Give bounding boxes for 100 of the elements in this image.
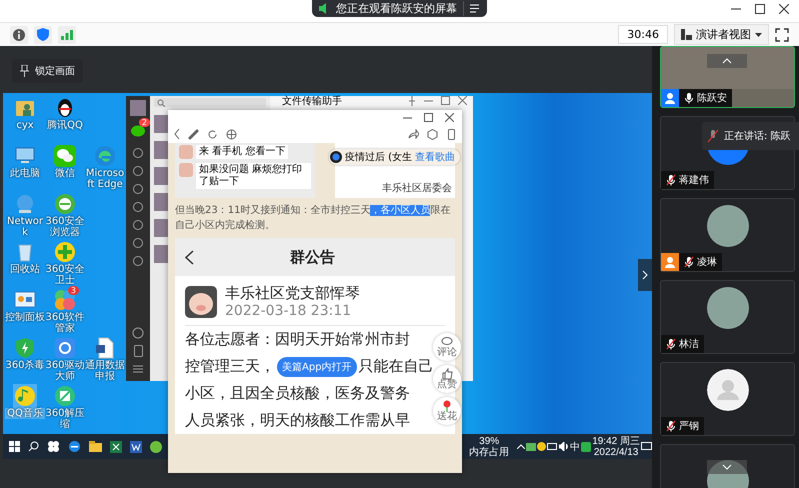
desktop-shortcut[interactable]: Network bbox=[5, 192, 45, 240]
globe-icon[interactable] bbox=[226, 128, 237, 140]
menu-icon[interactable] bbox=[470, 4, 481, 13]
notice-text: 小区，且因全员核酸，医务及警务 bbox=[185, 383, 410, 404]
fullscreen-icon[interactable] bbox=[775, 28, 789, 42]
windows-logo-icon[interactable] bbox=[9, 441, 20, 452]
participant-name: 凌琳 bbox=[696, 256, 718, 269]
shield-icon bbox=[13, 336, 37, 360]
phone-icon[interactable] bbox=[134, 345, 142, 357]
music-disc-icon bbox=[330, 151, 342, 163]
participant-name: 蒋建伟 bbox=[678, 174, 710, 187]
desktop-shortcut[interactable]: 3 360软件管家 bbox=[45, 288, 85, 336]
battery-icon[interactable] bbox=[547, 443, 558, 450]
search-icon[interactable] bbox=[28, 441, 39, 452]
music-notification[interactable]: 疫情过后 (女生 查看歌曲 bbox=[329, 149, 460, 165]
pin-icon[interactable] bbox=[408, 96, 416, 106]
back-icon[interactable] bbox=[174, 129, 180, 139]
desktop-shortcut[interactable]: 此电脑 bbox=[5, 144, 45, 192]
shortcut-label: 通用数据申报 bbox=[85, 360, 125, 382]
info-button[interactable] bbox=[10, 26, 28, 44]
shortcut-label: 控制面板 bbox=[5, 312, 45, 323]
scroll-up-button[interactable] bbox=[707, 54, 747, 68]
chat-bubble: 来 看手机 您看一下 bbox=[196, 145, 288, 159]
shield-icon bbox=[37, 28, 49, 41]
image-caption: 丰乐社区居委会 bbox=[382, 182, 452, 195]
desktop-shortcut[interactable]: 通用数据申报 bbox=[85, 336, 125, 384]
caret-up-icon[interactable] bbox=[517, 444, 526, 449]
security-button[interactable] bbox=[34, 26, 52, 44]
desktop-shortcut[interactable]: 腾讯QQ bbox=[45, 96, 85, 144]
phone-icon[interactable] bbox=[446, 128, 456, 140]
desktop-shortcut[interactable]: 360解压缩 bbox=[45, 384, 85, 432]
participant-name: 林洁 bbox=[678, 338, 700, 351]
desktop-shortcut[interactable]: 回收站 bbox=[5, 240, 45, 288]
close-icon[interactable] bbox=[445, 113, 454, 122]
desktop-shortcut[interactable]: 360驱动大师 bbox=[45, 336, 85, 384]
e-globe-icon bbox=[53, 192, 77, 216]
shortcut-label: 360软件管家 bbox=[45, 312, 85, 334]
chat-title: 文件传输助手 bbox=[281, 96, 343, 108]
refresh-icon[interactable] bbox=[207, 128, 218, 140]
desktop-shortcut[interactable]: 360杀毒 bbox=[5, 336, 45, 384]
pig-avatar-icon bbox=[179, 163, 193, 177]
desktop-shortcut[interactable]: 控制面板 bbox=[5, 288, 45, 336]
participant-name: 陈跃安 bbox=[696, 92, 728, 105]
desktop-shortcut[interactable]: QQ音乐 bbox=[5, 384, 45, 432]
spreadsheet-icon[interactable] bbox=[110, 440, 122, 452]
chevron-down-icon bbox=[722, 464, 732, 470]
like-icon bbox=[441, 368, 453, 380]
layout-icon bbox=[681, 29, 692, 40]
desktop-shortcut[interactable]: cyx bbox=[5, 96, 45, 144]
shortcut-label: 腾讯QQ bbox=[46, 120, 84, 131]
share-icon[interactable] bbox=[408, 129, 419, 139]
desktop-shortcut[interactable]: 微信 bbox=[45, 144, 85, 192]
back-icon[interactable] bbox=[185, 250, 194, 264]
caret-icon bbox=[755, 32, 762, 36]
document-icon[interactable] bbox=[130, 440, 142, 452]
chat-bubble: 如果没问题 麻烦您打印了贴一下 bbox=[196, 163, 311, 189]
flower-app-icon[interactable] bbox=[47, 440, 60, 453]
link-icon[interactable] bbox=[188, 128, 199, 140]
search-field[interactable] bbox=[154, 98, 266, 107]
chevron-right-icon bbox=[642, 270, 648, 280]
swirl-icon bbox=[93, 144, 117, 168]
desktop-shortcut[interactable]: Microsoft Edge bbox=[85, 144, 125, 192]
pig-avatar-icon bbox=[185, 286, 217, 318]
signal-button[interactable] bbox=[58, 26, 76, 44]
view-dropdown[interactable]: 演讲者视图 bbox=[674, 24, 769, 45]
round-tray-icon[interactable] bbox=[537, 442, 546, 451]
browser-e-icon[interactable] bbox=[68, 440, 81, 453]
volume-icon[interactable] bbox=[559, 442, 570, 451]
shortcut-label: Network bbox=[6, 216, 44, 238]
shortcut-label: 360安全浏览器 bbox=[45, 216, 85, 238]
shortcut-label: 360杀毒 bbox=[5, 360, 45, 371]
open-in-app-button[interactable]: 美篇App内打开 bbox=[277, 356, 357, 376]
post-date: 2022-03-18 23:11 bbox=[225, 303, 352, 319]
memory-usage[interactable]: 39% 内存占用 bbox=[469, 436, 510, 458]
taskbar-clock[interactable]: 19:42 周三 2022/4/13 bbox=[592, 436, 640, 458]
shortcut-label: QQ音乐 bbox=[5, 408, 45, 419]
s-logo-icon[interactable] bbox=[581, 442, 592, 452]
maximize-icon[interactable] bbox=[755, 4, 765, 14]
chat-icon[interactable] bbox=[131, 125, 145, 137]
toast-text: 正在讲话: 陈跃 bbox=[724, 130, 791, 143]
expand-button[interactable] bbox=[638, 259, 652, 291]
round-app-icon[interactable] bbox=[150, 440, 162, 452]
shortcut-label: cyx bbox=[15, 120, 35, 131]
notice-text: 只能在自己 bbox=[358, 356, 434, 377]
song-title: 疫情过后 (女生 bbox=[345, 150, 412, 164]
tray-app-icon[interactable] bbox=[526, 442, 536, 450]
close-icon[interactable] bbox=[779, 4, 789, 14]
notice-text: 各位志愿者：因明天开始常州市封 bbox=[185, 329, 410, 350]
desktop-shortcut[interactable]: 360安全浏览器 bbox=[45, 192, 85, 240]
lock-view-tooltip[interactable]: 锁定画面 bbox=[12, 59, 83, 83]
view-song-link[interactable]: 查看歌曲 bbox=[415, 150, 456, 164]
desktop-shortcut[interactable]: 360安全卫士 bbox=[45, 240, 85, 288]
shortcut-label: 此电脑 bbox=[9, 168, 41, 179]
shortcut-label: 360安全卫士 bbox=[45, 264, 85, 286]
scroll-down-button[interactable] bbox=[707, 460, 747, 474]
pin-icon bbox=[20, 65, 29, 77]
input-method-indicator[interactable]: 中 bbox=[570, 440, 580, 454]
window-icon bbox=[53, 384, 77, 408]
notification-icon[interactable] bbox=[641, 442, 652, 452]
notice-text: 人员紧张，明天的核酸工作需从早 bbox=[185, 410, 410, 431]
